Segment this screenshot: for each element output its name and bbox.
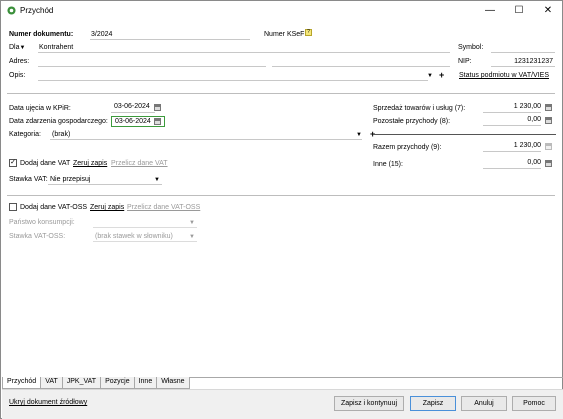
contractor-value: Kontrahent [39,44,74,51]
category-caret-icon: ▼ [356,132,362,138]
tab-przychod[interactable]: Przychód [2,377,42,389]
other-income-value: 0,00 [527,116,541,123]
tab-vat[interactable]: VAT [40,377,63,389]
oss-country-label: Państwo konsumpcji: [9,219,75,226]
misc-calc-icon[interactable] [545,160,552,167]
kpir-date-input[interactable]: 03-06-2024 [111,102,155,113]
sales-label: Sprzedaż towarów i usług (7): [373,105,466,112]
address-input-2[interactable] [272,57,450,67]
doc-number-value: 3/2024 [91,31,113,38]
event-date-value: 03-06-2024 [115,118,151,125]
misc-value: 0,00 [527,159,541,166]
symbol-input[interactable] [491,43,555,53]
oss-country-caret-icon: ▼ [189,220,195,226]
dla-dropdown[interactable]: Dla▼ [9,44,25,51]
doc-number-input[interactable]: 3/2024 [90,30,250,40]
opis-input[interactable] [38,71,428,81]
oss-rate-value: (brak stawek w słowniku) [95,233,173,240]
dla-caret-icon: ▼ [19,45,26,51]
save-continue-button[interactable]: Zapisz i kontynuuj [334,396,404,411]
other-income-input[interactable]: 0,00 [483,116,541,126]
hide-source-link[interactable]: Ukryj dokument źródłowy [9,399,87,406]
window-title: Przychód [20,6,54,15]
doc-number-label: Numer dokumentu: [9,31,74,38]
checkmark-icon: ✓ [10,159,16,166]
oss-rate-caret-icon: ▼ [189,234,195,240]
opis-label: Opis: [9,72,26,79]
dla-label: Dla [9,44,20,51]
kpir-date-label: Data ujęcia w KPiR: [9,105,71,112]
total-income-value: 1 230,00 [513,142,541,149]
close-button[interactable]: ✕ [534,1,562,20]
divider-vat [7,195,555,196]
event-date-label: Data zdarzenia gospodarczego: [9,118,108,125]
sum-divider [373,134,556,135]
add-vat-label: Dodaj dane VAT [20,160,71,167]
misc-input[interactable]: 0,00 [483,159,541,169]
contractor-input[interactable]: Kontrahent [38,43,450,53]
sales-calc-icon[interactable] [545,104,552,111]
tab-jpk-vat[interactable]: JPK_VAT [61,377,102,389]
other-income-label: Pozostałe przychody (8): [373,118,451,125]
symbol-label: Symbol: [458,44,484,51]
cancel-button[interactable]: Anuluj [461,396,507,411]
other-income-calc-icon[interactable] [545,117,552,124]
opis-dropdown-icon[interactable]: ▼ [427,73,433,79]
dialog-window: Przychód — ☐ ✕ Numer dokumentu: 3/2024 N… [0,0,563,419]
divider-header [7,93,555,94]
oss-country-select[interactable]: ▼ [93,218,197,228]
tab-pozycje[interactable]: Pozycje [100,377,135,389]
add-oss-label: Dodaj dane VAT-OSS [20,204,88,211]
save-button[interactable]: Zapisz [410,396,456,411]
kpir-calendar-icon[interactable] [154,104,161,111]
vat-rate-value: Nie przepisuj [50,176,91,183]
vat-recalc-link[interactable]: Przelicz dane VAT [111,160,168,167]
address-label: Adres: [9,58,30,65]
opis-add-button[interactable]: + [439,70,444,80]
category-value: (brak) [52,131,71,138]
nip-label: NIP: [458,58,472,65]
help-button[interactable]: Pomoc [512,396,556,411]
sales-value: 1 230,00 [513,103,541,110]
add-vat-checkbox[interactable]: ✓ [9,159,17,167]
ksef-info-icon[interactable]: ? [305,29,312,36]
misc-label: Inne (15): [373,161,403,168]
vat-reset-link[interactable]: Zeruj zapis [73,160,107,167]
ksef-label: Numer KSeF: [264,31,307,38]
category-select[interactable]: (brak) ▼ [50,130,362,140]
oss-rate-label: Stawka VAT-OSS: [9,233,66,240]
vat-rate-select[interactable]: Nie przepisuj ▼ [48,175,162,185]
vat-status-link[interactable]: Status podmiotu w VAT/VIES [459,72,549,79]
tab-strip: Przychód VAT JPK_VAT Pozycje Inne Własne [2,377,190,389]
total-income-label: Razem przychody (9): [373,144,442,151]
vat-rate-caret-icon: ▼ [154,177,160,183]
sales-input[interactable]: 1 230,00 [483,103,541,113]
nip-value: 1231231237 [514,58,553,65]
app-icon [7,6,16,15]
title-bar: Przychód — ☐ ✕ [1,1,562,20]
total-calc-icon [545,143,552,150]
maximize-button[interactable]: ☐ [505,1,533,20]
category-label: Kategoria: [9,131,41,138]
vat-rate-label: Stawka VAT: [9,176,48,183]
tab-wlasne[interactable]: Własne [156,377,190,389]
total-income-field: 1 230,00 [483,142,541,152]
oss-reset-link[interactable]: Zeruj zapis [90,204,124,211]
minimize-button[interactable]: — [476,1,504,20]
kpir-date-value: 03-06-2024 [114,103,150,110]
nip-input[interactable]: 1231231237 [491,57,555,67]
oss-recalc-link[interactable]: Przelicz dane VAT-OSS [127,204,200,211]
add-oss-checkbox[interactable] [9,203,17,211]
oss-rate-select[interactable]: (brak stawek w słowniku) ▼ [93,232,197,242]
event-calendar-icon[interactable] [154,118,161,125]
tab-inne[interactable]: Inne [133,377,158,389]
footer-bar: Ukryj dokument źródłowy Zapisz i kontynu… [2,389,563,419]
address-input[interactable] [38,57,266,67]
